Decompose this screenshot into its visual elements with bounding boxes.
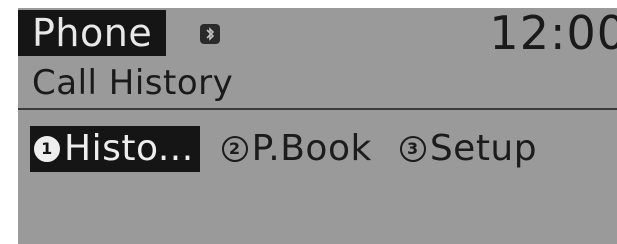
clock: 12:00 [489, 8, 617, 60]
menu-item-history[interactable]: 1 Histo... [30, 126, 200, 172]
bluetooth-icon [200, 24, 220, 44]
app-title: Phone [18, 10, 167, 56]
menu-item-label: P.Book [251, 128, 372, 169]
number-3-icon: 3 [399, 136, 426, 162]
menu-item-label: Setup [429, 128, 538, 169]
page-title: Call History [32, 63, 234, 103]
menu-bar: 1 Histo... 2 P.Book 3 Setup [30, 125, 561, 173]
menu-item-label: Histo... [64, 128, 194, 169]
menu-item-setup[interactable]: 3 Setup [396, 126, 543, 172]
status-header: Phone 12:00 [18, 8, 617, 60]
number-2-icon: 2 [221, 136, 248, 162]
number-1-icon: 1 [34, 136, 60, 162]
menu-item-phonebook[interactable]: 2 P.Book [218, 126, 378, 172]
divider [18, 108, 617, 110]
phone-screen: Phone 12:00 Call History 1 Histo... 2 P.… [18, 8, 617, 244]
